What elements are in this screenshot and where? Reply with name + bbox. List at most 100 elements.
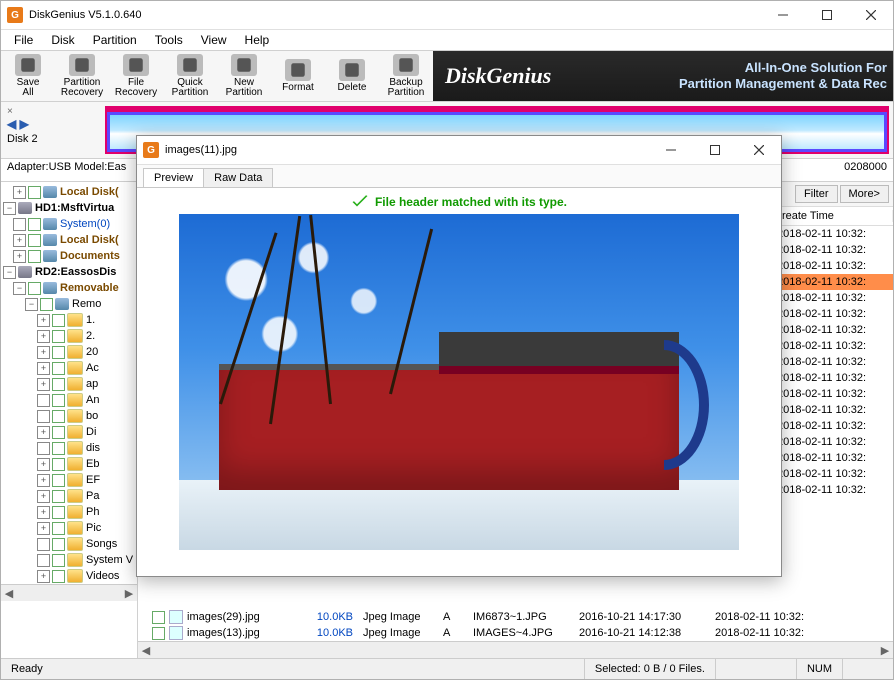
checkbox[interactable]	[52, 442, 65, 455]
expand-toggle-icon[interactable]: −	[3, 266, 16, 279]
tree-node[interactable]: +Ph	[1, 504, 137, 520]
menu-view[interactable]: View	[192, 31, 236, 49]
table-row[interactable]: images(13).jpg10.0KBJpeg ImageAIMAGES~4.…	[138, 625, 893, 641]
tree-node[interactable]: An	[1, 392, 137, 408]
tree-node[interactable]: System V	[1, 552, 137, 568]
tree-hscrollbar[interactable]: ◀▶	[1, 584, 137, 601]
tree-node[interactable]: +Videos	[1, 568, 137, 584]
expand-toggle-icon[interactable]	[37, 442, 50, 455]
maximize-button[interactable]	[805, 1, 849, 29]
tree-node[interactable]: +Local Disk(	[1, 232, 137, 248]
checkbox[interactable]	[52, 314, 65, 327]
tool-partition-recovery[interactable]: PartitionRecovery	[55, 51, 109, 101]
tree-node[interactable]: dis	[1, 440, 137, 456]
tree-node[interactable]: −HD1:MsftVirtua	[1, 200, 137, 216]
expand-toggle-icon[interactable]: +	[37, 426, 50, 439]
checkbox[interactable]	[28, 234, 41, 247]
tree-node[interactable]: +2.	[1, 328, 137, 344]
checkbox[interactable]	[52, 570, 65, 583]
checkbox[interactable]	[28, 218, 41, 231]
disk-tree[interactable]: +Local Disk(−HD1:MsftVirtua System(0)+Lo…	[1, 182, 138, 658]
expand-toggle-icon[interactable]: −	[3, 202, 16, 215]
filter-button[interactable]: Filter	[795, 185, 837, 203]
checkbox[interactable]	[52, 362, 65, 375]
expand-toggle-icon[interactable]: +	[37, 490, 50, 503]
checkbox[interactable]	[28, 186, 41, 199]
dialog-minimize-button[interactable]	[649, 136, 693, 164]
expand-toggle-icon[interactable]: −	[25, 298, 38, 311]
table-row[interactable]: images(29).jpg10.0KBJpeg ImageAIM6873~1.…	[138, 609, 893, 625]
tree-node[interactable]: +Local Disk(	[1, 184, 137, 200]
close-panel-x[interactable]: ×	[7, 106, 99, 117]
menu-partition[interactable]: Partition	[84, 31, 146, 49]
checkbox[interactable]	[52, 394, 65, 407]
expand-toggle-icon[interactable]	[37, 410, 50, 423]
checkbox[interactable]	[52, 378, 65, 391]
tree-node[interactable]: +Pa	[1, 488, 137, 504]
nav-arrows[interactable]: ◀ ▶	[7, 117, 99, 131]
expand-toggle-icon[interactable]: +	[37, 362, 50, 375]
menu-help[interactable]: Help	[236, 31, 279, 49]
checkbox[interactable]	[52, 506, 65, 519]
dialog-maximize-button[interactable]	[693, 136, 737, 164]
menu-tools[interactable]: Tools	[146, 31, 192, 49]
expand-toggle-icon[interactable]: +	[37, 458, 50, 471]
expand-toggle-icon[interactable]: +	[37, 570, 50, 583]
checkbox[interactable]	[52, 426, 65, 439]
tab-preview[interactable]: Preview	[143, 168, 204, 187]
row-checkbox[interactable]	[152, 627, 165, 640]
tool-delete[interactable]: Delete	[325, 51, 379, 101]
expand-toggle-icon[interactable]: +	[37, 330, 50, 343]
tree-node[interactable]: Songs	[1, 536, 137, 552]
more-button[interactable]: More>	[840, 185, 890, 203]
expand-toggle-icon[interactable]: +	[37, 522, 50, 535]
menu-disk[interactable]: Disk	[42, 31, 83, 49]
tree-node[interactable]: bo	[1, 408, 137, 424]
tree-node[interactable]: System(0)	[1, 216, 137, 232]
expand-toggle-icon[interactable]: +	[13, 250, 26, 263]
checkbox[interactable]	[40, 298, 53, 311]
tree-node[interactable]: −Remo	[1, 296, 137, 312]
checkbox[interactable]	[52, 522, 65, 535]
tree-node[interactable]: −RD2:EassosDis	[1, 264, 137, 280]
menu-file[interactable]: File	[5, 31, 42, 49]
expand-toggle-icon[interactable]	[13, 218, 26, 231]
col-create-time[interactable]: Create Time	[768, 210, 893, 222]
tree-node[interactable]: +Di	[1, 424, 137, 440]
tree-node[interactable]: +Eb	[1, 456, 137, 472]
tab-raw-data[interactable]: Raw Data	[203, 168, 273, 187]
expand-toggle-icon[interactable]: +	[37, 314, 50, 327]
tool-format[interactable]: Format	[271, 51, 325, 101]
minimize-button[interactable]	[761, 1, 805, 29]
tree-node[interactable]: −Removable	[1, 280, 137, 296]
checkbox[interactable]	[52, 410, 65, 423]
expand-toggle-icon[interactable]	[37, 394, 50, 407]
checkbox[interactable]	[52, 330, 65, 343]
tree-node[interactable]: +EF	[1, 472, 137, 488]
tool-backup-partition[interactable]: BackupPartition	[379, 51, 433, 101]
tool-save-all[interactable]: SaveAll	[1, 51, 55, 101]
expand-toggle-icon[interactable]	[37, 538, 50, 551]
checkbox[interactable]	[52, 458, 65, 471]
tree-node[interactable]: +Documents	[1, 248, 137, 264]
tool-new-partition[interactable]: NewPartition	[217, 51, 271, 101]
expand-toggle-icon[interactable]: +	[13, 186, 26, 199]
checkbox[interactable]	[52, 538, 65, 551]
checkbox[interactable]	[52, 474, 65, 487]
tree-node[interactable]: +Ac	[1, 360, 137, 376]
expand-toggle-icon[interactable]: +	[37, 506, 50, 519]
checkbox[interactable]	[28, 250, 41, 263]
tree-node[interactable]: +1.	[1, 312, 137, 328]
expand-toggle-icon[interactable]: +	[37, 474, 50, 487]
filelist-hscrollbar[interactable]: ◀▶	[138, 641, 893, 658]
checkbox[interactable]	[52, 554, 65, 567]
expand-toggle-icon[interactable]: −	[13, 282, 26, 295]
tool-file-recovery[interactable]: FileRecovery	[109, 51, 163, 101]
checkbox[interactable]	[52, 490, 65, 503]
expand-toggle-icon[interactable]	[37, 554, 50, 567]
dialog-close-button[interactable]	[737, 136, 781, 164]
tree-node[interactable]: +20	[1, 344, 137, 360]
close-button[interactable]	[849, 1, 893, 29]
checkbox[interactable]	[52, 346, 65, 359]
tree-node[interactable]: +Pic	[1, 520, 137, 536]
